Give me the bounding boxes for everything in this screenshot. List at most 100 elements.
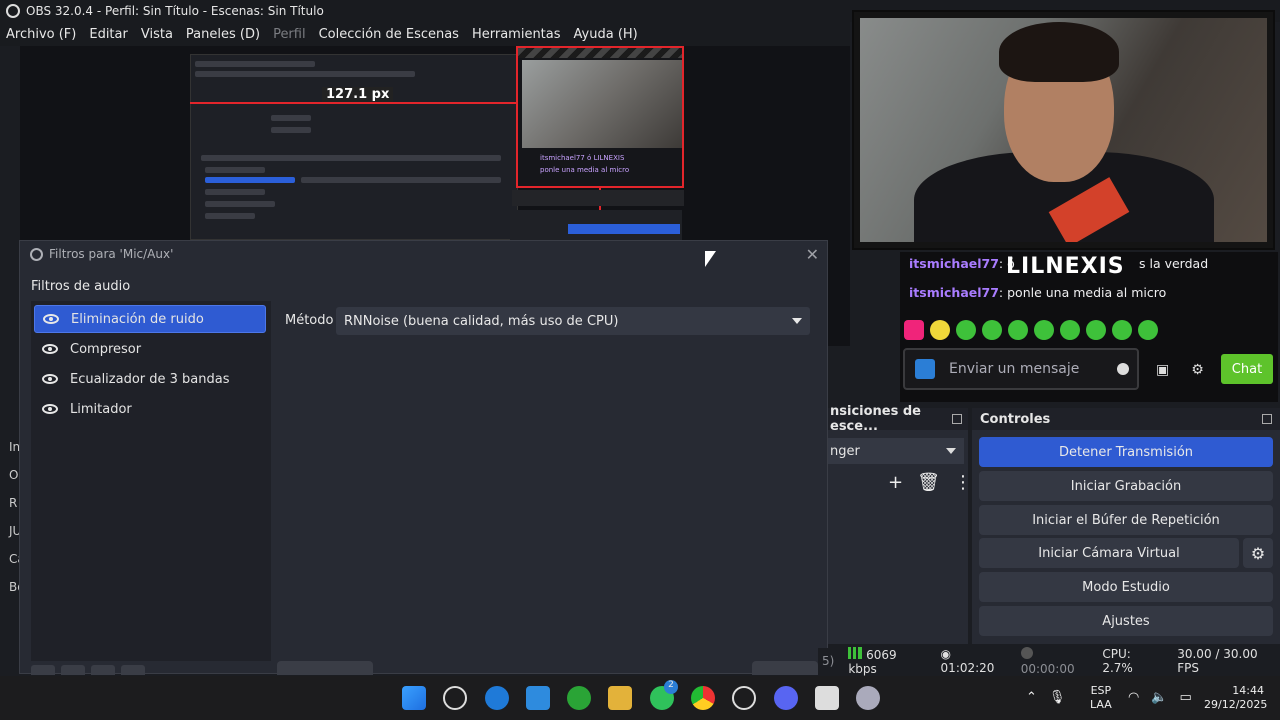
gear-icon[interactable]: ⚙ [1243,538,1273,568]
filter-item-compressor[interactable]: Compresor [34,335,266,363]
discord-icon[interactable] [774,686,798,710]
obs-icon[interactable] [732,686,756,710]
filter-toolbar [31,665,145,675]
filters-dialog: Filtros para 'Mic/Aux' ✕ Filtros de audi… [19,240,828,675]
add-filter-button[interactable] [31,665,55,675]
store-icon[interactable]: ▣ [1156,362,1169,378]
store-icon[interactable] [526,686,550,710]
chevron-down-icon [792,318,802,324]
eye-icon[interactable] [43,314,59,324]
emote-icon[interactable] [1034,320,1054,340]
menu-perfil[interactable]: Perfil [273,27,306,42]
dialog-title-bar: Filtros para 'Mic/Aux' [30,247,173,261]
filter-item-label: Compresor [70,341,142,357]
edge-icon[interactable] [485,686,509,710]
menu-editar[interactable]: Editar [89,27,128,42]
scene-item[interactable]: O [9,468,18,482]
method-select[interactable]: RNNoise (buena calidad, más uso de CPU) [336,307,810,335]
selected-source[interactable]: itsmichael77 ó LILNEXIS ponle una media … [516,46,684,188]
chrome-icon[interactable] [691,686,715,710]
dialog-title: Filtros para 'Mic/Aux' [49,247,174,261]
studio-mode-button[interactable]: Modo Estudio [979,572,1273,602]
chat-message: itsmichael77: ó s la verdad [909,256,1208,271]
remove-filter-button[interactable] [61,665,85,675]
defaults-button[interactable] [277,661,373,675]
chat-username[interactable]: itsmichael77 [909,285,999,300]
chat-username[interactable]: itsmichael77 [909,256,999,271]
emoji-icon[interactable] [1117,363,1129,375]
gear-icon[interactable]: ⚙ [1191,362,1204,378]
scene-item[interactable]: R [9,496,17,510]
microphone-icon[interactable]: 🎙 [1049,690,1066,705]
webcam-feed [852,10,1275,250]
filter-list: Eliminación de ruido Compresor Ecualizad… [31,301,271,661]
pin-icon[interactable] [915,359,935,379]
close-button[interactable] [752,661,818,675]
undock-icon[interactable] [952,414,962,424]
nested-chat-input [512,190,684,206]
cpu-status: CPU: 2.7% [1102,647,1133,675]
filter-item-noise-suppression[interactable]: Eliminación de ruido [34,305,266,333]
windows-start-icon[interactable] [402,686,426,710]
close-icon[interactable]: ✕ [806,245,819,264]
emote-icon[interactable] [982,320,1002,340]
emote-icon[interactable] [904,320,924,340]
transitions-dock: nsiciones de esce... nger + 🗑 ⋮ [828,404,972,644]
emote-icon[interactable] [1086,320,1106,340]
eye-icon[interactable] [42,374,58,384]
rec-time-value: 00:00:00 [1020,661,1075,676]
start-virtual-camera-button[interactable]: Iniciar Cámara Virtual [979,538,1239,568]
emote-row [904,320,1158,340]
method-select-value: RNNoise (buena calidad, más uso de CPU) [344,313,619,329]
more-icon[interactable]: ⋮ [954,472,972,493]
emote-icon[interactable] [1060,320,1080,340]
add-icon[interactable]: + [888,472,903,493]
start-recording-button[interactable]: Iniciar Grabación [979,471,1273,501]
eye-icon[interactable] [42,404,58,414]
move-up-button[interactable] [91,665,115,675]
menu-coleccion-escenas[interactable]: Colección de Escenas [319,27,459,42]
transition-tools: + 🗑 ⋮ [888,472,972,493]
scenes-panel-edge: In O R JU Ca Bo [0,400,25,645]
wifi-icon[interactable]: ◠ [1128,690,1139,705]
menu-vista[interactable]: Vista [141,27,173,42]
move-down-button[interactable] [121,665,145,675]
menu-paneles[interactable]: Paneles (D) [186,27,260,42]
menu-ayuda[interactable]: Ayuda (H) [574,27,638,42]
measure-label: 127.1 px [322,87,394,102]
chat-send-button[interactable]: Chat [1221,354,1273,384]
emote-icon[interactable] [1008,320,1028,340]
filter-item-3band-eq[interactable]: Ecualizador de 3 bandas [34,365,266,393]
folder-icon[interactable] [608,686,632,710]
rec-time-status: 00:00:00 [1020,646,1089,676]
eye-icon[interactable] [42,344,58,354]
app-icon[interactable] [815,686,839,710]
search-icon[interactable] [443,686,467,710]
chevron-up-icon[interactable]: ⌃ [1026,690,1037,705]
emote-icon[interactable] [956,320,976,340]
clock[interactable]: 14:44 29/12/2025 [1204,684,1267,712]
stop-streaming-button[interactable]: Detener Transmisión [979,437,1273,467]
undock-icon[interactable] [1262,414,1272,424]
menu-herramientas[interactable]: Herramientas [472,27,561,42]
trash-icon[interactable]: 🗑 [917,472,940,493]
transition-select[interactable]: nger [828,438,964,464]
fps-status: 30.00 / 30.00 FPS [1177,647,1258,675]
filter-item-limiter[interactable]: Limitador [34,395,266,423]
chat-text: s la verdad [1139,256,1209,271]
settings-icon[interactable] [856,686,880,710]
settings-button[interactable]: Ajustes [979,606,1273,636]
menu-archivo[interactable]: Archivo (F) [6,27,76,42]
transition-select-value: nger [830,443,860,459]
xbox-icon[interactable] [567,686,591,710]
chat-input[interactable]: Enviar un mensaje [903,348,1139,390]
obs-logo-icon [6,4,20,18]
emote-icon[interactable] [1112,320,1132,340]
language-indicator[interactable]: ESP LAA [1090,684,1112,712]
volume-icon[interactable]: 🔈 [1151,690,1167,705]
emote-icon[interactable] [930,320,950,340]
battery-icon[interactable]: ▭ [1180,690,1192,705]
emote-icon[interactable] [1138,320,1158,340]
start-replay-buffer-button[interactable]: Iniciar el Búfer de Repetición [979,505,1273,535]
lang-bottom: LAA [1090,698,1112,711]
